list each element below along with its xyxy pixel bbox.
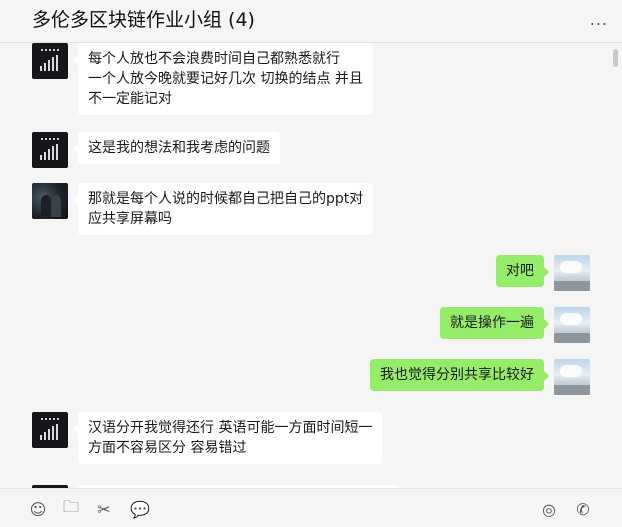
message-text: 汉语分开我觉得还行 英语可能一方面时间短一 (88, 420, 373, 436)
emoji-icon[interactable]: ☺ (28, 499, 48, 519)
message-text: 那就是每个人说的时候都自己把自己的ppt对 (88, 191, 364, 207)
message-text: 这是我的想法和我考虑的问题 (88, 140, 270, 156)
message-text: 应共享屏幕吗 (88, 211, 172, 227)
avatar[interactable] (32, 132, 68, 168)
message-bubble[interactable]: 那就是每个人说的时候都自己把自己的ppt对 应共享屏幕吗 (72, 183, 374, 235)
scissors-icon[interactable]: ✂ (94, 499, 114, 519)
message-list[interactable]: 每个人放也不会浪费时间自己都熟悉就行 一个人放今晚就要记好几次 切换的结点 并且… (0, 43, 622, 488)
avatar[interactable] (32, 183, 68, 219)
chat-title: 多伦多区块链作业小组 (4) (32, 9, 255, 31)
avatar[interactable] (32, 412, 68, 448)
message-bubble[interactable]: 就是操作一遍 (440, 307, 549, 339)
message-text: 对吧 (506, 263, 534, 279)
message-text: 不一定能记对 (88, 91, 172, 107)
avatar[interactable] (554, 359, 590, 395)
message-bubble[interactable]: 我也觉得分别共享比较好 (370, 359, 549, 391)
folder-icon[interactable]: 🗀 (61, 497, 81, 519)
chat-window: 多伦多区块链作业小组 (4) ... 每个人放也不会浪费时间自己都熟悉就行 一个… (0, 0, 622, 527)
message-text: 就是操作一遍 (450, 315, 534, 331)
message-text: 方面不容易区分 容易错过 (88, 440, 247, 456)
message-text: 一个人放今晚就要记好几次 切换的结点 并且 (88, 71, 363, 87)
message-bubble[interactable]: 对吧 (496, 255, 549, 287)
scrollbar-thumb[interactable] (613, 49, 618, 67)
avatar[interactable] (32, 43, 68, 79)
message-bubble[interactable]: 这是我的想法和我考虑的问题 (73, 132, 280, 164)
message-text: 每个人放也不会浪费时间自己都熟悉就行 (88, 51, 340, 67)
chat-header: 多伦多区块链作业小组 (4) ... (0, 0, 622, 43)
avatar[interactable] (554, 307, 590, 343)
message-bubble[interactable]: 每个人放也不会浪费时间自己都熟悉就行 一个人放今晚就要记好几次 切换的结点 并且… (73, 43, 373, 115)
message-bubble[interactable]: 汉语分开我觉得还行 英语可能一方面时间短一 方面不容易区分 容易错过 (72, 412, 383, 464)
avatar[interactable] (554, 255, 590, 291)
more-options-icon[interactable]: ... (590, 10, 608, 29)
message-text: 我也觉得分别共享比较好 (380, 367, 534, 383)
chat-history-icon[interactable]: 💬 (130, 499, 150, 519)
call-icon[interactable]: ✆ (573, 499, 593, 519)
live-icon[interactable]: ◎ (539, 499, 559, 519)
input-toolbar: ☺ 🗀 ✂ 💬 ◎ ✆ (0, 488, 622, 527)
